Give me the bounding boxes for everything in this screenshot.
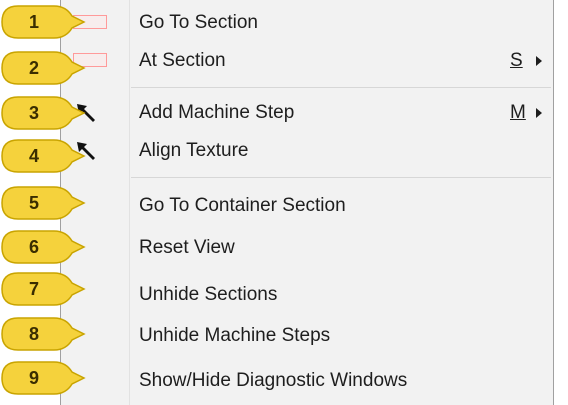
menu-item-add-machine-step[interactable]: Add Machine Step M xyxy=(61,96,553,130)
callout-number: 1 xyxy=(28,12,39,32)
menu-item-at-section[interactable]: At Section S xyxy=(61,44,553,78)
context-menu: Go To Section At Section S Add Machine S… xyxy=(60,0,554,405)
callout-number: 3 xyxy=(28,103,39,123)
menu-separator xyxy=(131,177,551,178)
callout-number: 2 xyxy=(28,58,39,78)
submenu-arrow-icon xyxy=(536,56,542,66)
callout-badge-1: 1 xyxy=(0,4,86,40)
menu-item-label: Align Texture xyxy=(139,140,249,161)
menu-item-unhide-machine-steps[interactable]: Unhide Machine Steps xyxy=(61,319,553,353)
menu-item-go-to-container-section[interactable]: Go To Container Section xyxy=(61,189,553,223)
callout-badge-5: 5 xyxy=(0,185,86,221)
callout-number: 8 xyxy=(28,324,39,344)
callout-badge-3: 3 xyxy=(0,95,86,131)
menu-item-label: Unhide Sections xyxy=(139,284,278,305)
callout-badge-4: 4 xyxy=(0,138,86,174)
callout-badge-2: 2 xyxy=(0,50,86,86)
callout-number: 6 xyxy=(28,237,39,257)
menu-item-label: At Section xyxy=(139,50,226,71)
menu-item-reset-view[interactable]: Reset View xyxy=(61,231,553,265)
submenu-arrow-icon xyxy=(536,108,542,118)
callout-number: 7 xyxy=(28,279,39,299)
menu-item-label: Go To Section xyxy=(139,12,259,33)
shortcut-key: S xyxy=(510,50,523,71)
callout-badge-6: 6 xyxy=(0,229,86,265)
callout-badge-7: 7 xyxy=(0,271,86,307)
menu-item-label: Unhide Machine Steps xyxy=(139,325,331,346)
callout-number: 5 xyxy=(28,193,39,213)
callout-badge-8: 8 xyxy=(0,316,86,352)
menu-item-unhide-sections[interactable]: Unhide Sections xyxy=(61,278,553,312)
shortcut-key: M xyxy=(510,102,526,123)
menu-item-label: Add Machine Step xyxy=(139,102,295,123)
menu-item-label: Show/Hide Diagnostic Windows xyxy=(139,370,408,391)
menu-item-go-to-section[interactable]: Go To Section xyxy=(61,6,553,40)
menu-item-show-hide-diagnostic-windows[interactable]: Show/Hide Diagnostic Windows xyxy=(61,364,553,398)
callout-number: 4 xyxy=(28,146,39,166)
menu-item-label: Reset View xyxy=(139,237,235,258)
callout-badge-9: 9 xyxy=(0,360,86,396)
menu-item-label: Go To Container Section xyxy=(139,195,346,216)
menu-item-align-texture[interactable]: Align Texture xyxy=(61,134,553,168)
menu-separator xyxy=(131,87,551,88)
callout-number: 9 xyxy=(28,368,39,388)
